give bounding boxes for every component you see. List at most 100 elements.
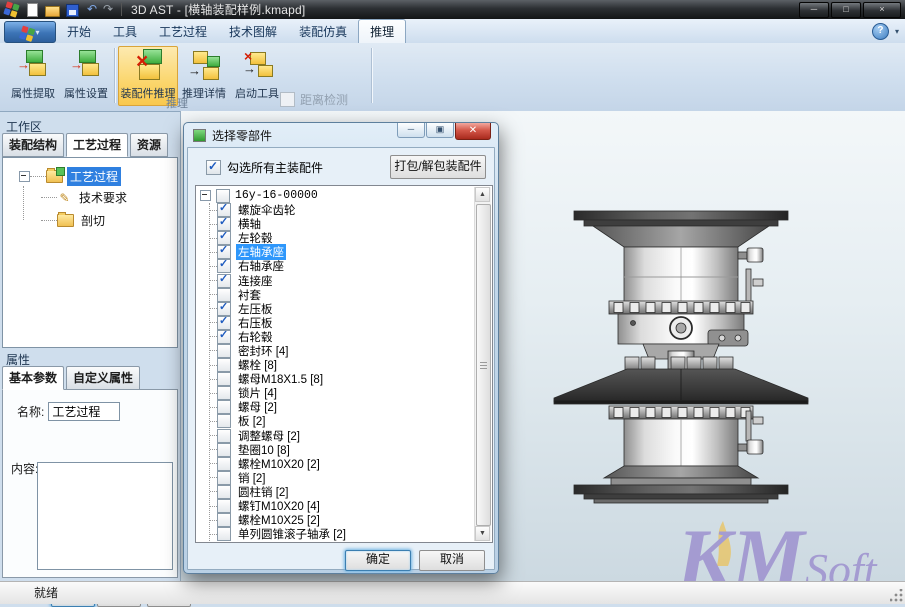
dialog-minimize-button[interactable]: ─ xyxy=(397,123,425,138)
part-checkbox[interactable] xyxy=(217,527,231,541)
part-checkbox[interactable] xyxy=(217,400,231,414)
parts-tree-item[interactable]: 调整螺母 [2] xyxy=(210,429,475,443)
parts-tree-item[interactable]: 螺母 [2] xyxy=(210,400,475,414)
parts-tree-item[interactable]: 板 [2] xyxy=(210,414,475,428)
part-checkbox[interactable] xyxy=(217,414,231,428)
parts-tree-item[interactable]: 单列圆锥滚子轴承 [2] xyxy=(210,527,475,541)
ribbon-tabs: 开始工具工艺过程技术图解装配仿真推理 xyxy=(56,19,406,43)
ribbon-tab-6[interactable]: 推理 xyxy=(358,19,406,43)
maximize-button[interactable]: □ xyxy=(831,2,861,18)
properties-tab-1[interactable]: 基本参数 xyxy=(2,366,64,390)
scroll-down-icon[interactable]: ▼ xyxy=(475,526,490,541)
part-checkbox[interactable] xyxy=(217,274,231,288)
parts-tree-item[interactable]: 密封环 [4] xyxy=(210,344,475,358)
minimize-button[interactable]: ─ xyxy=(799,2,829,18)
scrollbar[interactable]: ▲ ▼ xyxy=(474,187,491,541)
workspace-tab-3[interactable]: 资源 xyxy=(130,133,168,157)
tree-node-label[interactable]: 工艺过程 xyxy=(67,167,121,186)
parts-tree-item[interactable]: 销 [2] xyxy=(210,471,475,485)
ribbon-tab-1[interactable]: 开始 xyxy=(56,20,102,43)
parts-tree-item[interactable]: 左压板 xyxy=(210,302,475,316)
parts-tree-item[interactable]: 右压板 xyxy=(210,316,475,330)
dialog-close-button[interactable]: ✕ xyxy=(455,123,491,140)
part-checkbox[interactable] xyxy=(217,372,231,386)
collapse-icon[interactable] xyxy=(200,190,211,201)
parts-tree-item[interactable]: 衬套 xyxy=(210,288,475,302)
divider xyxy=(121,3,122,16)
workspace-tab-1[interactable]: 装配结构 xyxy=(2,133,64,157)
help-icon[interactable]: ? xyxy=(872,23,889,40)
part-checkbox[interactable] xyxy=(217,513,231,527)
parts-tree-item[interactable]: 右轴承座 xyxy=(210,259,475,273)
name-input[interactable] xyxy=(48,402,120,421)
details-icon: → xyxy=(188,49,220,81)
close-button[interactable]: × xyxy=(863,2,901,18)
select-all-row[interactable]: 勾选所有主装配件 xyxy=(200,159,323,176)
part-label[interactable]: 单列圆锥滚子轴承 [2] xyxy=(236,526,348,542)
part-checkbox[interactable] xyxy=(217,429,231,443)
part-checkbox[interactable] xyxy=(217,471,231,485)
parts-tree-item[interactable]: 锁片 [4] xyxy=(210,386,475,400)
pack-unpack-button[interactable]: 打包/解包装配件 xyxy=(390,155,486,179)
parts-tree-item[interactable]: 螺栓M10X20 [2] xyxy=(210,457,475,471)
scroll-up-icon[interactable]: ▲ xyxy=(475,187,490,202)
application-menu-button[interactable]: ▾ xyxy=(4,21,56,43)
parts-tree-root[interactable]: 16y-16-00000 xyxy=(200,188,475,203)
tree-node-process[interactable]: 工艺过程 xyxy=(19,166,177,186)
parts-tree-item[interactable]: 螺栓M10X25 [2] xyxy=(210,513,475,527)
save-icon[interactable] xyxy=(64,2,81,17)
distance-check-checkbox[interactable] xyxy=(280,92,295,107)
ribbon-tab-2[interactable]: 工具 xyxy=(102,20,148,43)
part-checkbox[interactable] xyxy=(217,485,231,499)
part-checkbox[interactable] xyxy=(217,386,231,400)
open-folder-icon[interactable] xyxy=(44,2,61,17)
part-checkbox[interactable] xyxy=(217,457,231,471)
part-checkbox[interactable] xyxy=(217,358,231,372)
parts-tree-item[interactable]: 横轴 xyxy=(210,217,475,231)
settings-button[interactable]: →属性设置 xyxy=(59,46,113,106)
name-label: 名称: xyxy=(17,403,44,420)
workspace-tab-2[interactable]: 工艺过程 xyxy=(66,133,128,157)
scrollbar-thumb[interactable] xyxy=(476,204,491,526)
ribbon: →属性提取→属性设置×装配件推理→推理详情×→启动工具 距离检测 装配距离 推理 xyxy=(0,43,905,112)
parts-tree-item[interactable]: 螺母M18X1.5 [8] xyxy=(210,372,475,386)
dialog-maximize-button[interactable]: ▣ xyxy=(426,123,454,138)
new-document-icon[interactable] xyxy=(24,2,41,17)
tree-node-label[interactable]: 技术要求 xyxy=(76,188,130,207)
parts-tree-item[interactable]: 圆柱销 [2] xyxy=(210,485,475,499)
part-checkbox[interactable] xyxy=(217,330,231,344)
app-logo-icon[interactable] xyxy=(2,0,21,19)
launch-button[interactable]: ×→启动工具 xyxy=(230,46,284,106)
parts-tree-item[interactable]: 螺栓 [8] xyxy=(210,358,475,372)
undo-icon[interactable]: ↶ xyxy=(84,2,100,17)
parts-tree-item[interactable]: 垫圈10 [8] xyxy=(210,443,475,457)
parts-tree-item[interactable]: 螺钉M10X20 [4] xyxy=(210,499,475,513)
chevron-down-icon[interactable]: ▾ xyxy=(895,27,899,36)
part-checkbox[interactable] xyxy=(217,499,231,513)
tree-node[interactable]: ✎技术要求 xyxy=(41,186,177,209)
extract-button[interactable]: →属性提取 xyxy=(6,46,60,106)
dialog-title-bar[interactable]: 选择零部件 ─ ▣ ✕ xyxy=(184,123,498,147)
content-textarea[interactable] xyxy=(37,462,173,570)
ribbon-tab-3[interactable]: 工艺过程 xyxy=(148,20,218,43)
resize-grip[interactable] xyxy=(890,589,903,602)
part-checkbox[interactable] xyxy=(217,344,231,358)
collapse-icon[interactable] xyxy=(19,171,30,182)
parts-tree-item[interactable]: 右轮毂 xyxy=(210,330,475,344)
parts-tree-item[interactable]: 左轴承座 xyxy=(210,245,475,259)
cancel-button[interactable]: 取消 xyxy=(419,550,485,571)
redo-icon[interactable]: ↷ xyxy=(100,2,116,17)
extract-icon: → xyxy=(17,49,49,81)
parts-tree-item[interactable]: 连接座 xyxy=(210,273,475,287)
tree-line xyxy=(41,220,57,221)
tree-node[interactable]: 剖切 xyxy=(41,209,177,232)
part-checkbox[interactable] xyxy=(217,443,231,457)
ribbon-tab-5[interactable]: 装配仿真 xyxy=(288,20,358,43)
parts-tree-item[interactable]: 左轮毂 xyxy=(210,231,475,245)
properties-tab-2[interactable]: 自定义属性 xyxy=(66,366,140,390)
select-all-checkbox[interactable] xyxy=(206,160,221,175)
parts-tree-item[interactable]: 螺旋伞齿轮 xyxy=(210,203,475,217)
ribbon-tab-4[interactable]: 技术图解 xyxy=(218,20,288,43)
ok-button[interactable]: 确定 xyxy=(345,550,411,571)
tree-node-label[interactable]: 剖切 xyxy=(78,211,108,230)
